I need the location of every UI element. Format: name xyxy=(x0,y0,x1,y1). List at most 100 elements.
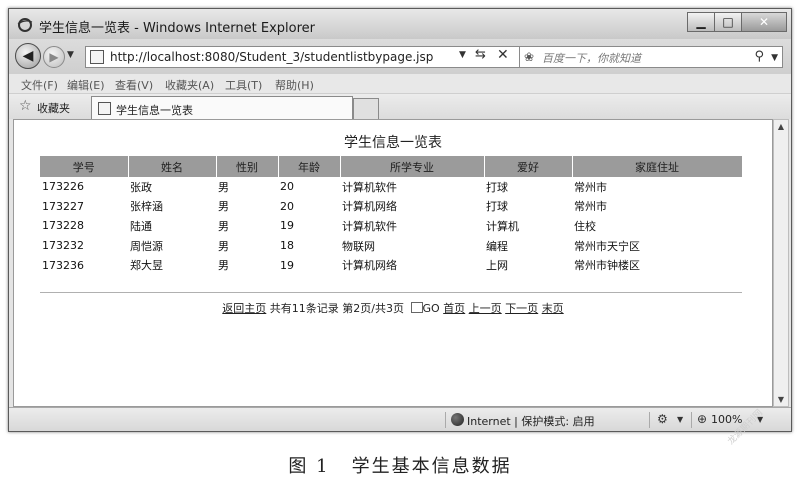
favorites-star-icon[interactable]: ☆ xyxy=(19,98,32,114)
cell-major: 计算机网络 xyxy=(342,200,397,214)
cell-address: 常州市天宁区 xyxy=(574,239,640,253)
stop-icon[interactable]: ✕ xyxy=(497,47,509,63)
tab-student-list[interactable]: 学生信息一览表 xyxy=(91,96,353,120)
student-table: 学号 姓名 性别 年龄 所学专业 爱好 家庭住址 173226 张政 男 20 … xyxy=(40,156,743,275)
cell-major: 物联网 xyxy=(342,239,375,253)
prev-page-link[interactable]: 上一页 xyxy=(469,302,502,315)
cell-age: 20 xyxy=(280,180,294,194)
status-separator xyxy=(691,412,692,428)
navigation-bar: ◀ ▶ ▼ http://localhost:8080/Student_3/st… xyxy=(9,39,791,73)
table-row: 173228 陆通 男 19 计算机软件 计算机 住校 xyxy=(40,216,742,236)
tab-page-icon xyxy=(98,102,111,115)
cell-student-id: 173236 xyxy=(42,258,84,272)
favorites-button[interactable]: 收藏夹 xyxy=(37,100,70,116)
back-button[interactable]: ◀ xyxy=(15,43,41,69)
pagination: 返回主页 共有11条记录 第2页/共3页 GO 首页 上一页 下一页 末页 xyxy=(14,300,772,316)
header-name: 姓名 xyxy=(128,156,217,177)
baidu-logo-icon: ❀ xyxy=(524,50,535,64)
chevron-down-icon[interactable]: ▼ xyxy=(677,415,683,424)
new-tab-button[interactable] xyxy=(353,98,379,120)
cell-major: 计算机软件 xyxy=(342,219,397,233)
protected-mode-icon[interactable]: ⚙ xyxy=(657,412,668,426)
cell-gender: 男 xyxy=(218,259,229,273)
forward-button[interactable]: ▶ xyxy=(43,46,65,68)
divider xyxy=(40,292,742,293)
menu-edit[interactable]: 编辑(E) xyxy=(67,77,105,93)
cell-student-id: 173227 xyxy=(42,199,84,213)
ie-logo-icon xyxy=(17,18,33,32)
status-bar: Internet | 保护模式: 启用 ⚙ ▼ ⊕ 100% ▼ xyxy=(9,407,791,431)
menu-view[interactable]: 查看(V) xyxy=(115,77,153,93)
cell-hobby: 编程 xyxy=(486,239,508,253)
menu-tools[interactable]: 工具(T) xyxy=(225,77,262,93)
header-hobby: 爱好 xyxy=(484,156,573,177)
cell-student-id: 173232 xyxy=(42,239,84,253)
scroll-up-arrow-icon[interactable]: ▲ xyxy=(774,122,788,131)
cell-age: 19 xyxy=(280,258,294,272)
table-row: 173232 周恺源 男 18 物联网 编程 常州市天宁区 xyxy=(40,236,742,256)
security-zone-text: Internet | 保护模式: 启用 xyxy=(467,415,595,428)
zoom-icon[interactable]: ⊕ xyxy=(697,412,707,426)
status-separator xyxy=(649,412,650,428)
page-content: 学生信息一览表 学号 姓名 性别 年龄 所学专业 爱好 家庭住址 173226 … xyxy=(13,119,773,407)
cell-age: 18 xyxy=(280,239,294,253)
table-header-row: 学号 姓名 性别 年龄 所学专业 爱好 家庭住址 xyxy=(40,156,743,177)
header-gender: 性别 xyxy=(216,156,279,177)
search-icon[interactable]: ⚲ xyxy=(754,49,764,64)
address-dropdown-icon[interactable]: ▼ xyxy=(459,50,466,60)
table-row: 173226 张政 男 20 计算机软件 打球 常州市 xyxy=(40,177,742,197)
go-button[interactable]: GO xyxy=(423,302,440,315)
menu-bar: 文件(F) 编辑(E) 查看(V) 收藏夹(A) 工具(T) 帮助(H) xyxy=(9,73,791,93)
history-dropdown-icon[interactable]: ▼ xyxy=(67,50,74,60)
cell-age: 20 xyxy=(280,199,294,213)
last-page-link[interactable]: 末页 xyxy=(542,302,564,315)
refresh-icon[interactable]: ⇆ xyxy=(475,47,486,62)
status-separator xyxy=(445,412,446,428)
cell-gender: 男 xyxy=(218,200,229,214)
cell-hobby: 打球 xyxy=(486,200,508,214)
window-controls: ▁ □ ✕ xyxy=(687,12,787,34)
search-placeholder[interactable]: 百度一下，你就知道 xyxy=(542,50,641,66)
menu-help[interactable]: 帮助(H) xyxy=(275,77,314,93)
cell-hobby: 打球 xyxy=(486,180,508,194)
header-address: 家庭住址 xyxy=(572,156,743,177)
page-icon xyxy=(90,50,104,64)
search-box[interactable]: ❀ 百度一下，你就知道 ⚲ ▼ xyxy=(519,46,783,68)
page-indicator: 第2页/共3页 xyxy=(342,302,404,315)
tab-label: 学生信息一览表 xyxy=(116,104,193,117)
cell-gender: 男 xyxy=(218,239,229,253)
url-text[interactable]: http://localhost:8080/Student_3/studentl… xyxy=(110,50,433,64)
next-page-link[interactable]: 下一页 xyxy=(505,302,538,315)
cell-name: 郑大昱 xyxy=(130,259,163,273)
total-records-text: 共有11条记录 xyxy=(269,302,339,315)
cell-major: 计算机网络 xyxy=(342,259,397,273)
cell-student-id: 173226 xyxy=(42,180,84,194)
page-number-input[interactable] xyxy=(410,302,423,313)
cell-address: 常州市钟楼区 xyxy=(574,259,640,273)
cell-name: 周恺源 xyxy=(130,239,163,253)
page-title: 学生信息一览表 xyxy=(344,135,442,151)
close-button[interactable]: ✕ xyxy=(741,12,787,32)
cell-name: 陆通 xyxy=(130,219,152,233)
search-dropdown-icon[interactable]: ▼ xyxy=(771,53,778,63)
header-age: 年龄 xyxy=(278,156,341,177)
cell-address: 住校 xyxy=(574,219,596,233)
favorites-bar: ☆ 收藏夹 学生信息一览表 xyxy=(9,93,791,120)
menu-favorites[interactable]: 收藏夹(A) xyxy=(165,77,214,93)
cell-student-id: 173228 xyxy=(42,219,84,233)
browser-window: 学生信息一览表 - Windows Internet Explorer ▁ □ … xyxy=(8,8,792,432)
figure-caption: 图 1 学生基本信息数据 xyxy=(0,452,800,478)
home-link[interactable]: 返回主页 xyxy=(222,302,266,315)
menu-file[interactable]: 文件(F) xyxy=(21,77,58,93)
cell-gender: 男 xyxy=(218,219,229,233)
header-student-id: 学号 xyxy=(40,156,129,177)
first-page-link[interactable]: 首页 xyxy=(443,302,465,315)
caption-number: 图 1 xyxy=(288,456,330,477)
minimize-button[interactable]: ▁ xyxy=(687,12,715,32)
table-row: 173236 郑大昱 男 19 计算机网络 上网 常州市钟楼区 xyxy=(40,255,742,275)
cell-address: 常州市 xyxy=(574,180,607,194)
scroll-down-arrow-icon[interactable]: ▼ xyxy=(774,395,788,404)
forward-arrow-icon: ▶ xyxy=(49,50,59,64)
maximize-button[interactable]: □ xyxy=(714,12,742,32)
vertical-scrollbar[interactable]: ▲ ▼ xyxy=(773,119,789,407)
